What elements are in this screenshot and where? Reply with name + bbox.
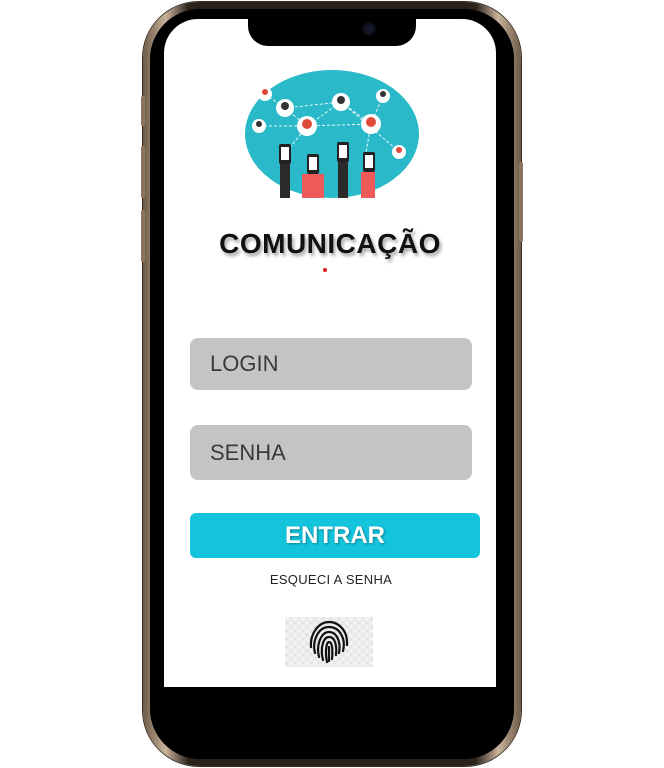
password-input[interactable]: [190, 425, 472, 480]
logo-network-icon: [245, 70, 419, 198]
fingerprint-button[interactable]: [285, 617, 373, 667]
phone-notch: [248, 10, 416, 46]
fingerprint-icon: [309, 620, 349, 664]
decorative-dot: [323, 268, 327, 272]
phone-side-button: [141, 96, 145, 126]
phone-side-button: [519, 162, 523, 242]
app-title: COMUNICAÇÃO: [219, 228, 441, 259]
forgot-password-link[interactable]: ESQUECI A SENHA: [190, 572, 472, 587]
phone-side-button: [141, 210, 145, 262]
login-button[interactable]: ENTRAR: [190, 513, 480, 558]
login-input[interactable]: [190, 338, 472, 390]
camera-icon: [364, 24, 374, 34]
phone-side-button: [141, 146, 145, 198]
